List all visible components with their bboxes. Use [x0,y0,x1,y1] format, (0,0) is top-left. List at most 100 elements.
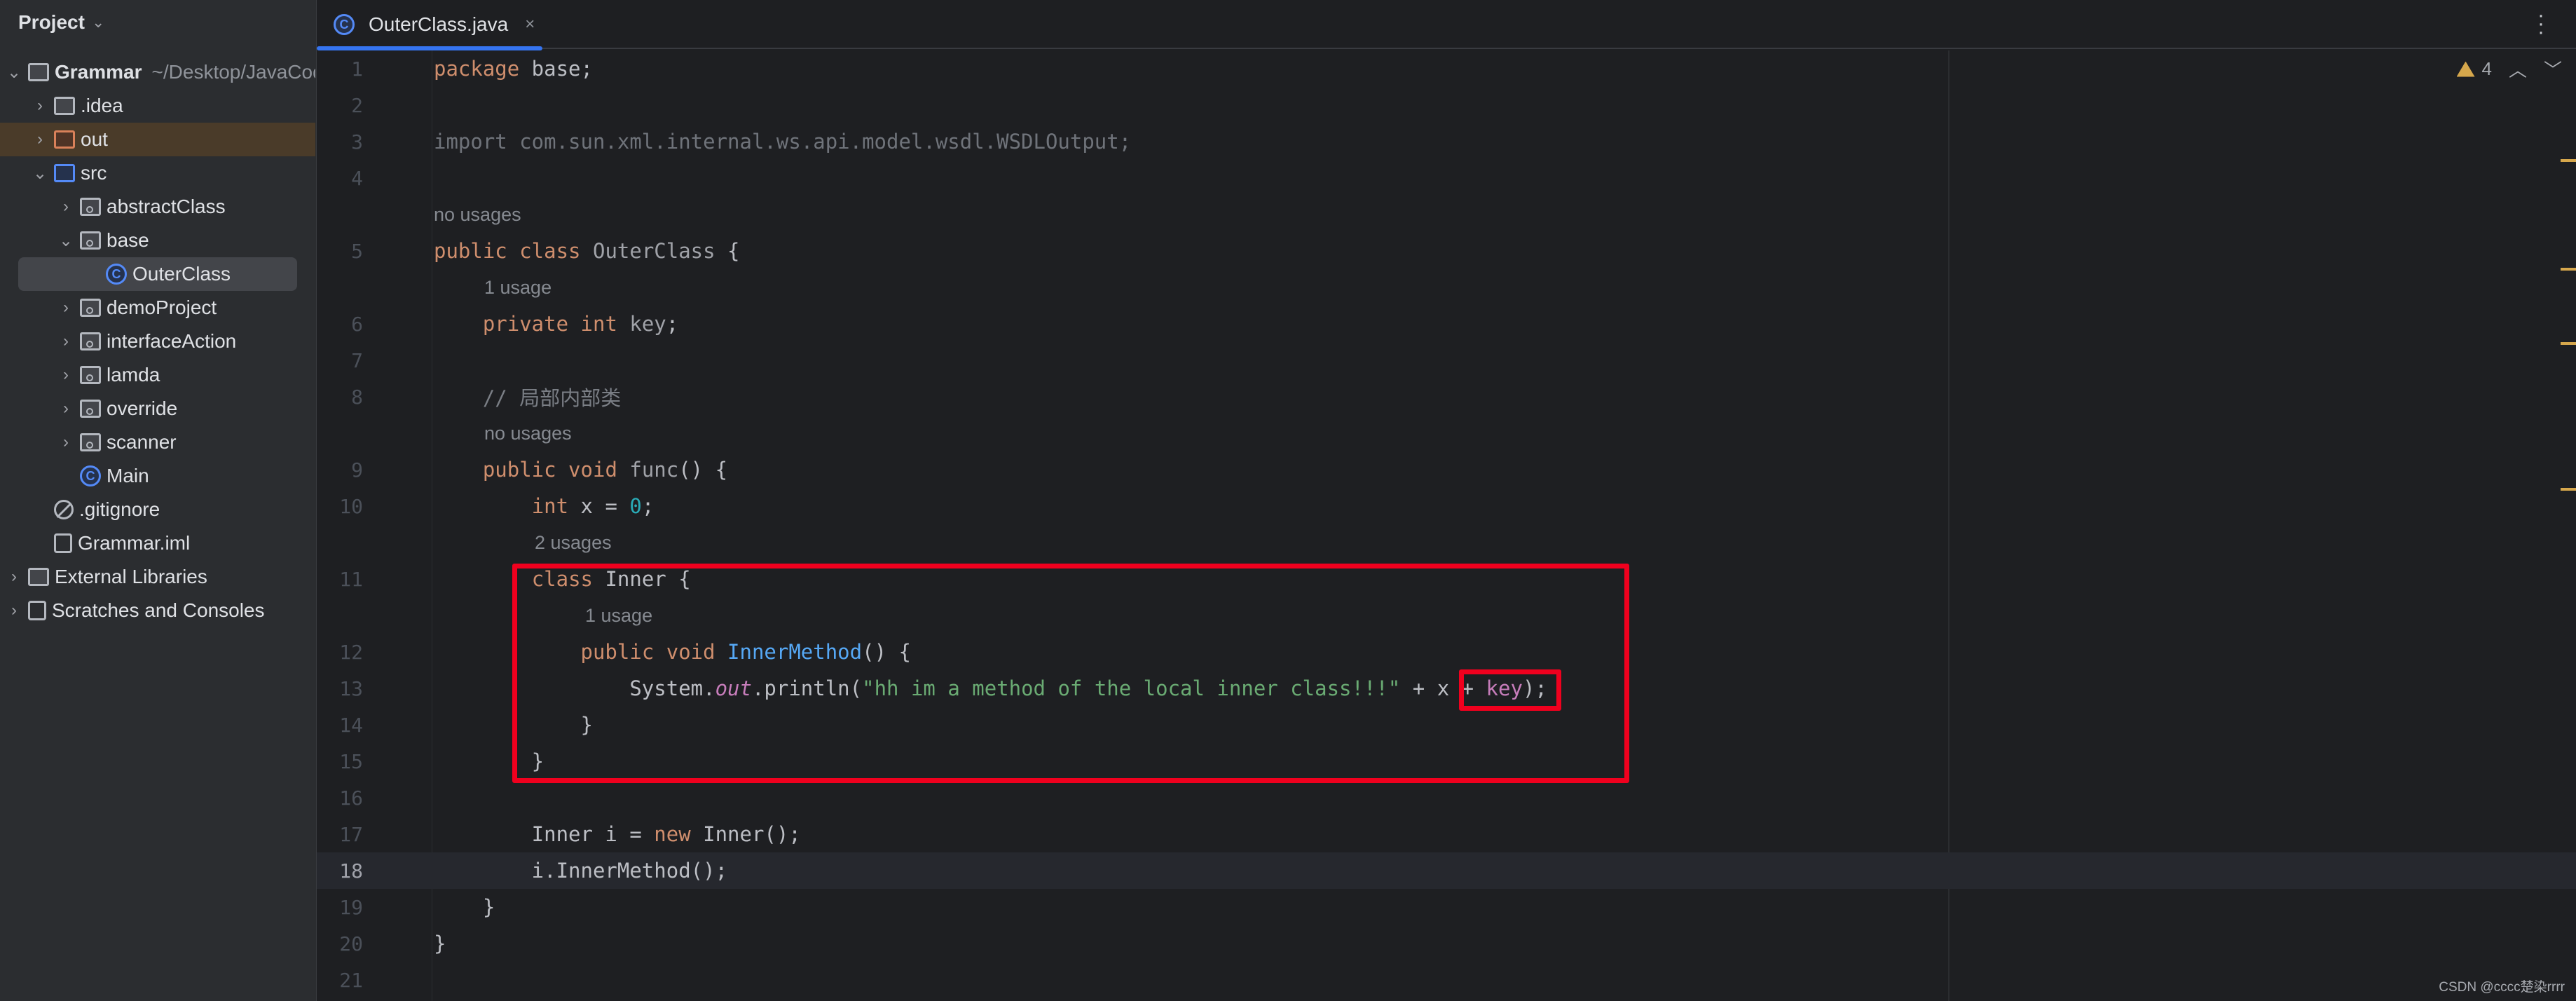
code-editor[interactable]: 1 package base; 2 3 import com.sun.xml.inter… [317,50,2576,1001]
tree-item[interactable]: ⌄ base [0,224,315,257]
line-number: 20 [339,932,363,955]
chevron-down-icon[interactable]: ⌄ [6,62,22,83]
tree-item[interactable]: › interfaceAction [0,325,315,358]
tree-item-label: .idea [81,95,123,116]
usages-hint[interactable]: 2 usages [535,532,612,554]
tree-item[interactable]: .gitignore [0,493,315,526]
code-token: new [654,822,691,846]
code-line: 18 i.InnerMethod(); [317,852,2576,889]
usages-hint[interactable]: 1 usage [484,277,551,299]
code-token: ; [666,312,679,336]
code-text: i.InnerMethod(); [434,859,727,883]
tree-item[interactable]: › lamda [0,358,315,392]
code-token: } [434,895,495,919]
project-view-selector[interactable]: Project ⌄ [18,7,104,38]
chevron-right-icon[interactable]: › [57,332,74,351]
class-icon: C [80,465,101,486]
chevron-right-icon[interactable]: › [32,130,48,149]
close-icon[interactable]: × [525,15,535,34]
tree-item[interactable]: C OuterClass [18,257,297,291]
previous-highlight-icon[interactable]: ︿ [2509,56,2527,82]
code-text: import com.sun.xml.internal.ws.api.model… [434,130,1131,154]
chevron-right-icon[interactable]: › [57,399,74,418]
tree-item-label: .gitignore [79,498,160,520]
line-number: 9 [351,458,363,482]
chevron-right-icon[interactable]: › [6,601,22,620]
line-number: 15 [339,749,363,773]
excluded-folder-icon [54,130,75,149]
usages-hint[interactable]: no usages [484,423,572,444]
chevron-right-icon[interactable]: › [6,567,22,587]
tree-item[interactable]: ⌄ Grammar ~/Desktop/JavaCod [0,55,315,89]
code-token: x = [568,494,630,518]
tree-item[interactable]: ⌄ src [0,156,315,190]
package-icon [80,231,101,250]
warning-marker[interactable] [2561,268,2576,271]
tab-outerclass-java[interactable]: C OuterClass.java × [317,0,542,50]
package-icon [80,332,101,350]
tree-item[interactable]: › Scratches and Consoles [0,594,315,627]
code-text: int x = 0; [434,494,655,518]
tree-item[interactable]: › override [0,392,315,425]
line-number: 19 [339,895,363,919]
warning-marker[interactable] [2561,342,2576,345]
tree-item[interactable]: › out [0,123,315,156]
next-highlight-icon[interactable]: ﹀ [2544,56,2562,82]
tree-item[interactable]: C Main [0,459,315,493]
tree-item[interactable]: › demoProject [0,291,315,325]
chevron-right-icon[interactable]: › [57,433,74,452]
folder-icon [54,97,75,115]
code-line: 19 } [317,889,2576,925]
code-line: 7 [317,342,2576,379]
tree-item[interactable]: › External Libraries [0,560,315,594]
tree-item[interactable]: › .idea [0,89,315,123]
tree-item[interactable]: › scanner [0,425,315,459]
code-line: 2 [317,87,2576,123]
code-line: 10 int x = 0; [317,488,2576,524]
line-number: 11 [339,567,363,591]
usages-inlay: 2 usages [317,524,2576,561]
tree-item-label: Grammar.iml [78,532,191,554]
code-text: private int key; [434,312,678,336]
source-folder-icon [54,164,75,182]
usages-hint[interactable]: no usages [434,204,521,226]
line-number: 2 [351,93,363,117]
more-options-icon[interactable]: · · · [2537,5,2545,43]
chevron-right-icon[interactable]: › [57,197,74,217]
line-number: 17 [339,822,363,846]
code-line: 4 [317,160,2576,196]
chevron-down-icon[interactable]: ⌄ [57,231,74,251]
tree-item[interactable]: › abstractClass [0,190,315,224]
line-number: 14 [339,713,363,737]
tree-item[interactable]: Grammar.iml [0,526,315,560]
inspection-widget[interactable]: 4 ︿ ﹀ [2456,56,2562,82]
usages-inlay: no usages [317,196,2576,233]
chevron-right-icon[interactable]: › [57,298,74,318]
tree-item-label: demoProject [107,297,217,318]
chevron-down-icon[interactable]: ⌄ [32,163,48,184]
code-text: package base; [434,57,593,81]
line-number: 21 [339,968,363,992]
code-line: 21 [317,962,2576,998]
code-token: import com.sun.xml.internal.ws.api.model… [434,130,1132,154]
code-text: public void func() { [434,458,727,482]
code-token: public class [434,239,581,263]
code-token: int [531,494,569,518]
chevron-right-icon[interactable]: › [57,365,74,385]
code-token: private int [482,312,617,336]
warning-marker[interactable] [2561,159,2576,162]
code-token: Inner i = [434,822,655,846]
code-token: () { [678,458,728,482]
line-number: 4 [351,166,363,190]
line-number: 6 [351,312,363,336]
warning-marker[interactable] [2561,488,2576,491]
line-number: 13 [339,676,363,700]
package-icon [80,400,101,418]
chevron-right-icon[interactable]: › [32,96,48,116]
tree-item-label: abstractClass [107,196,226,217]
code-text: // 局部内部类 [434,382,621,411]
